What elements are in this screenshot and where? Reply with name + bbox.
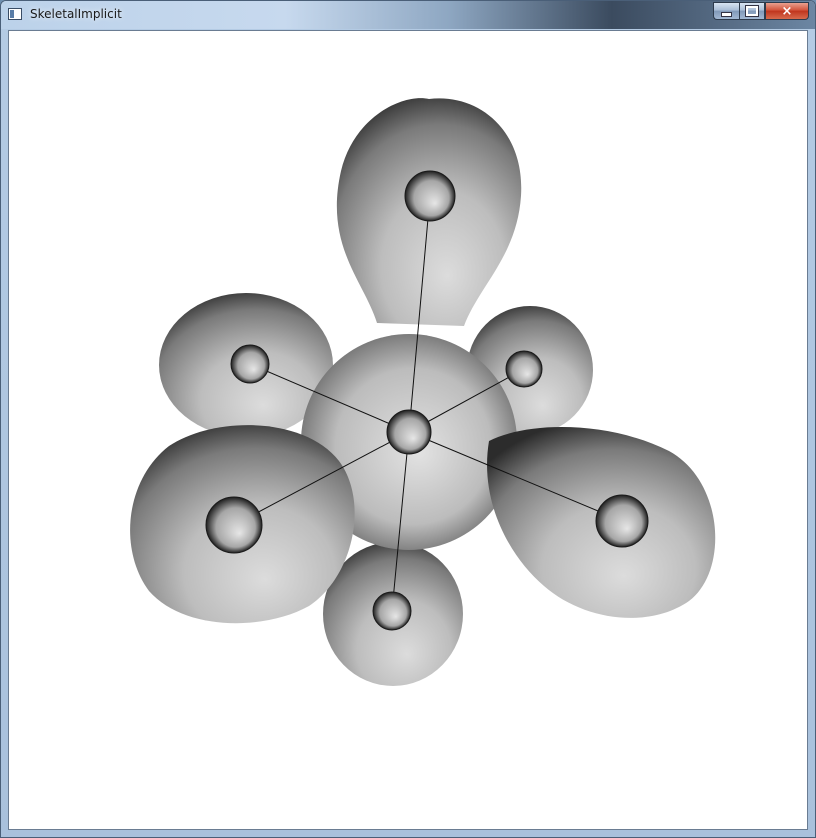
joint-lower-left[interactable] [205, 496, 263, 554]
maximize-icon [745, 5, 759, 17]
minimize-button[interactable] [713, 2, 739, 20]
joint-bottom[interactable] [372, 591, 412, 631]
joint-center[interactable] [386, 409, 432, 455]
joint-lower-right[interactable] [595, 494, 649, 548]
close-icon: × [781, 3, 793, 19]
render-viewport[interactable] [8, 30, 808, 830]
title-bar[interactable]: SkeletalImplicit × [1, 1, 815, 29]
window-title: SkeletalImplicit [30, 7, 122, 21]
joint-upper-right[interactable] [505, 350, 543, 388]
maximize-button[interactable] [739, 2, 765, 20]
caption-buttons: × [713, 2, 809, 21]
app-window-icon[interactable] [8, 8, 22, 20]
implicit-surface-render [130, 98, 716, 686]
joint-upper-left[interactable] [230, 344, 270, 384]
minimize-icon [721, 11, 732, 17]
close-button[interactable]: × [765, 2, 809, 20]
app-window: SkeletalImplicit × [0, 0, 816, 838]
joint-top[interactable] [404, 170, 456, 222]
